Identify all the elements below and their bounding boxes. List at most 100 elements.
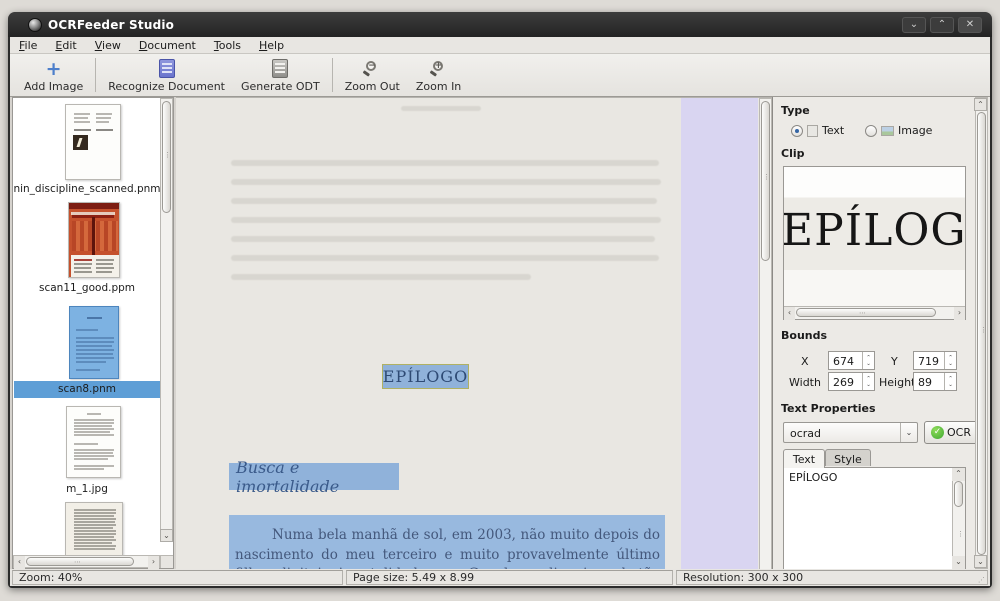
scroll-right-button[interactable]: ›	[148, 556, 159, 569]
spin-buttons[interactable]: ⌃⌄	[862, 352, 874, 369]
zoom-in-icon: +	[430, 60, 448, 78]
type-section-title: Type	[781, 104, 810, 117]
clip-preview-text: EPÍLOGO	[784, 205, 965, 256]
page-thumbnail-label-selected[interactable]: scan8.pnm	[13, 383, 161, 395]
chevron-down-icon: ⌄	[900, 423, 917, 442]
status-zoom: Zoom: 40%	[12, 570, 343, 585]
ocr-engine-select[interactable]: ocrad ⌄	[783, 422, 918, 443]
content-region-title[interactable]: EPÍLOGO	[382, 364, 469, 389]
faded-text-line	[401, 106, 481, 111]
zoom-in-button[interactable]: + Zoom In	[408, 54, 469, 96]
scroll-up-button[interactable]: ⌃	[974, 98, 987, 111]
faded-text-line	[231, 160, 659, 166]
radio-unselected-icon	[865, 125, 877, 137]
add-image-button[interactable]: + Add Image	[16, 54, 91, 96]
scroll-down-button[interactable]: ⌄	[160, 529, 173, 542]
ocr-check-icon: ✓	[931, 426, 944, 439]
type-image-radio[interactable]: Image	[865, 124, 932, 137]
page-thumbnail[interactable]	[65, 104, 121, 180]
scroll-left-button[interactable]: ‹	[14, 556, 25, 569]
properties-panel: Type Text Image Clip EPÍLOGO ‹	[772, 97, 990, 569]
bounds-height-label: Height	[879, 376, 915, 389]
toolbar: + Add Image Recognize Document Generate …	[10, 54, 990, 97]
faded-text-line	[231, 236, 655, 242]
textarea-scrollbar[interactable]: ⌃ ⋮ ⌄	[952, 468, 965, 569]
menu-view[interactable]: View	[86, 38, 130, 53]
radio-selected-icon	[791, 125, 803, 137]
clip-horizontal-scrollbar[interactable]: ‹ ⋯ ›	[784, 306, 965, 319]
menu-tools[interactable]: Tools	[205, 38, 250, 53]
resize-grip[interactable]: ⋰	[978, 576, 986, 584]
bounds-height-spinner[interactable]: 89 ⌃⌄	[913, 372, 957, 391]
bounds-width-spinner[interactable]: 269 ⌃⌄	[828, 372, 875, 391]
scroll-up-button[interactable]: ⌃	[952, 468, 965, 481]
spin-buttons[interactable]: ⌃⌄	[862, 373, 874, 390]
generate-odt-button[interactable]: Generate ODT	[233, 54, 328, 96]
pages-sidebar: nin_discipline_scanned.pnm scan11_good.p…	[12, 97, 174, 569]
type-text-radio[interactable]: Text	[791, 124, 844, 137]
panel-scrollbar[interactable]: ⌃ ⋮ ⌄	[975, 97, 988, 569]
scrollbar-thumb[interactable]	[954, 481, 963, 507]
thumbnail-logo	[73, 135, 88, 150]
page-thumbnail[interactable]	[66, 406, 121, 478]
text-type-icon	[807, 125, 818, 137]
statusbar: Zoom: 40% Page size: 5.49 x 8.99 Resolut…	[10, 569, 990, 586]
tab-style[interactable]: Style	[825, 449, 871, 466]
app-icon	[28, 18, 42, 32]
paragraph-line: Numa bela manhã de sol, em 2003, não mui…	[235, 526, 660, 546]
faded-text-line	[231, 198, 657, 204]
sidebar-vertical-scrollbar[interactable]: ⋮	[160, 98, 173, 542]
menu-document[interactable]: Document	[130, 38, 205, 53]
menu-help[interactable]: Help	[250, 38, 293, 53]
scroll-down-button[interactable]: ⌄	[974, 555, 987, 568]
recognize-document-icon	[159, 59, 175, 78]
page-thumbnail-selected[interactable]	[69, 306, 119, 379]
menubar: File Edit View Document Tools Help	[10, 37, 990, 54]
toolbar-separator	[332, 58, 333, 92]
toolbar-separator	[95, 58, 96, 92]
titlebar[interactable]: OCRFeeder Studio ⌄ ⌃ ✕	[8, 12, 992, 37]
scroll-right-button[interactable]: ›	[954, 307, 965, 320]
scroll-left-button[interactable]: ‹	[784, 307, 795, 320]
clip-section-title: Clip	[781, 147, 805, 160]
faded-text-line	[231, 274, 531, 280]
maximize-button[interactable]: ⌃	[930, 17, 954, 33]
menu-edit[interactable]: Edit	[46, 38, 85, 53]
recognized-text-area[interactable]: EPÍLOGO ⌃ ⋮ ⌄	[783, 467, 966, 569]
page-thumbnail-label[interactable]: nin_discipline_scanned.pnm	[13, 183, 161, 195]
page-thumbnail-label[interactable]: scan11_good.ppm	[13, 282, 161, 294]
scroll-down-button[interactable]: ⌄	[952, 556, 965, 569]
text-properties-title: Text Properties	[781, 402, 876, 415]
ocr-button[interactable]: ✓ OCR	[924, 421, 978, 444]
generate-odt-icon	[272, 59, 288, 78]
sidebar-horizontal-scrollbar[interactable]: ‹ ⋯ ›	[13, 555, 160, 568]
page-thumbnail[interactable]	[65, 502, 123, 556]
spin-buttons[interactable]: ⌃⌄	[944, 352, 956, 369]
zoom-out-button[interactable]: − Zoom Out	[337, 54, 408, 96]
app-window: OCRFeeder Studio ⌄ ⌃ ✕ File Edit View Do…	[8, 12, 992, 588]
bounds-y-spinner[interactable]: 719 ⌃⌄	[913, 351, 957, 370]
scrollbar-thumb[interactable]	[761, 101, 770, 261]
canvas-vertical-scrollbar[interactable]: ⋮	[759, 98, 772, 569]
page-thumbnail[interactable]	[68, 202, 120, 278]
clip-preview[interactable]: EPÍLOGO ‹ ⋯ ›	[783, 166, 966, 320]
content-region-heading[interactable]: Busca e imortalidade	[229, 463, 399, 490]
faded-text-line	[231, 217, 661, 223]
close-button[interactable]: ✕	[958, 17, 982, 33]
bounds-width-label: Width	[789, 376, 821, 389]
main-content: nin_discipline_scanned.pnm scan11_good.p…	[10, 97, 990, 569]
recognize-document-button[interactable]: Recognize Document	[100, 54, 233, 96]
bounds-x-spinner[interactable]: 674 ⌃⌄	[828, 351, 875, 370]
content-region-paragraph[interactable]: Numa bela manhã de sol, em 2003, não mui…	[229, 515, 665, 569]
paragraph-line: nascimento do meu terceiro e muito prova…	[235, 546, 660, 566]
minimize-button[interactable]: ⌄	[902, 17, 926, 33]
document-canvas[interactable]: EPÍLOGO Busca e imortalidade Numa bela m…	[176, 97, 772, 569]
page-thumbnail-label[interactable]: m_1.jpg	[13, 483, 161, 495]
menu-file[interactable]: File	[10, 38, 46, 53]
status-page-size: Page size: 5.49 x 8.99	[346, 570, 673, 585]
tab-text[interactable]: Text	[783, 449, 825, 468]
faded-text-line	[231, 179, 661, 185]
bounds-x-label: X	[801, 355, 809, 368]
bounds-section-title: Bounds	[781, 329, 827, 342]
spin-buttons[interactable]: ⌃⌄	[944, 373, 956, 390]
